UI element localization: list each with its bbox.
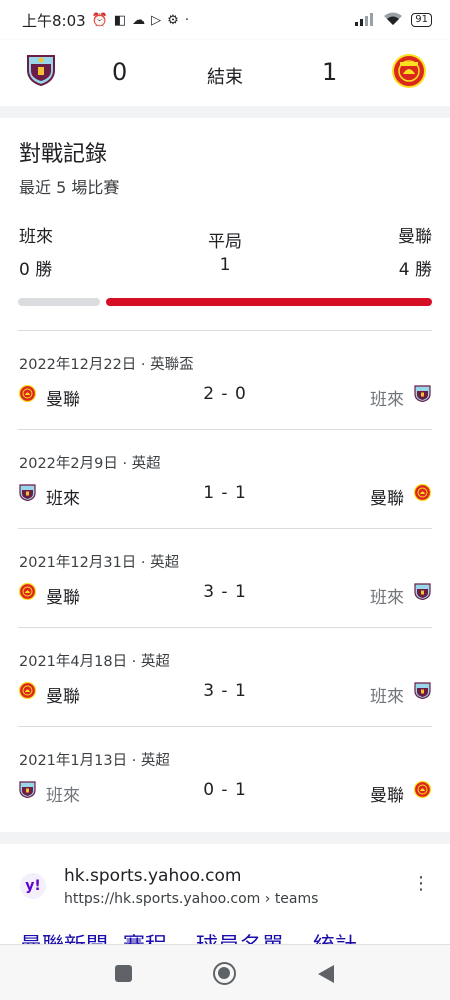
system-nav-bar [0, 944, 450, 1000]
match-right-team: 班來 [370, 390, 404, 410]
match-date: 2021年4月18日 · 英超 [19, 654, 170, 670]
back-button[interactable] [318, 965, 334, 983]
result-site-name[interactable]: hk.sports.yahoo.com [64, 866, 241, 886]
section-gap [0, 832, 450, 844]
match-row[interactable]: 2022年12月22日 · 英聯盃 曼聯 2 - 0 班來 [0, 331, 450, 430]
match-row[interactable]: 2021年4月18日 · 英超 曼聯 3 - 1 班來 [0, 628, 450, 727]
h2h-title: 對戰記錄 [19, 142, 108, 167]
recents-button[interactable] [115, 965, 132, 982]
burnley-crest-icon [414, 385, 431, 403]
right-wins-bar [106, 298, 432, 306]
alarm-icon: ⏰ [91, 12, 108, 28]
yahoo-favicon-icon: y! [20, 873, 46, 899]
right-team-label: 曼聯 [398, 227, 432, 247]
match-row[interactable]: 2021年1月13日 · 英超 班來 0 - 1 曼聯 [0, 727, 450, 826]
man-utd-crest-icon [413, 780, 432, 799]
cloud-icon: ☁ [132, 12, 146, 28]
left-wins-bar [18, 298, 100, 306]
right-wins: 4 勝 [398, 260, 432, 280]
draws-count: 1 [219, 255, 231, 275]
nfc-icon: ◧ [113, 12, 127, 28]
result-title-link[interactable]: 曼聯新聞- 賽程 、球員名單 、統計 [20, 928, 357, 944]
clock: 上午8:03 [22, 11, 86, 30]
match-date: 2021年12月31日 · 英超 [19, 555, 180, 571]
burnley-crest-icon [414, 583, 431, 601]
search-result[interactable]: y! hk.sports.yahoo.com https://hk.sports… [0, 844, 450, 944]
settings-icon: ⚙ [167, 12, 179, 28]
section-gap [0, 106, 450, 118]
draw-label: 平局 [208, 232, 242, 252]
match-right-team: 曼聯 [370, 489, 404, 509]
play-store-icon: ▷ [151, 12, 162, 28]
score-header: 0 結束 1 [0, 40, 450, 106]
more-options-icon[interactable]: ⋮ [412, 873, 430, 894]
match-status: 結束 [207, 67, 243, 88]
match-row[interactable]: 2022年2月9日 · 英超 班來 1 - 1 曼聯 [0, 430, 450, 529]
away-score: 1 [322, 58, 338, 86]
man-utd-crest-icon[interactable] [392, 54, 426, 88]
signal-icon [355, 12, 375, 29]
match-right-team: 班來 [370, 687, 404, 707]
status-bar: 上午8:03 ⏰ ◧ ☁ ▷ ⚙ · 91 [0, 0, 450, 40]
match-date: 2021年1月13日 · 英超 [19, 753, 170, 769]
wifi-icon [383, 12, 403, 29]
head-to-head-card: 對戰記錄 最近 5 場比賽 班來 平局 曼聯 0 勝 1 4 勝 2022年12… [0, 118, 450, 832]
man-utd-crest-icon [413, 483, 432, 502]
match-date: 2022年2月9日 · 英超 [19, 456, 161, 472]
burnley-crest-icon [414, 682, 431, 700]
dot-icon: · [184, 12, 189, 28]
result-url[interactable]: https://hk.sports.yahoo.com › teams [64, 891, 318, 907]
match-right-team: 班來 [370, 588, 404, 608]
match-row[interactable]: 2021年12月31日 · 英超 曼聯 3 - 1 班來 [0, 529, 450, 628]
battery-indicator: 91 [411, 13, 432, 27]
match-right-team: 曼聯 [370, 786, 404, 806]
home-button[interactable] [213, 962, 236, 985]
h2h-subtitle: 最近 5 場比賽 [19, 178, 120, 197]
match-date: 2022年12月22日 · 英聯盃 [19, 357, 194, 373]
